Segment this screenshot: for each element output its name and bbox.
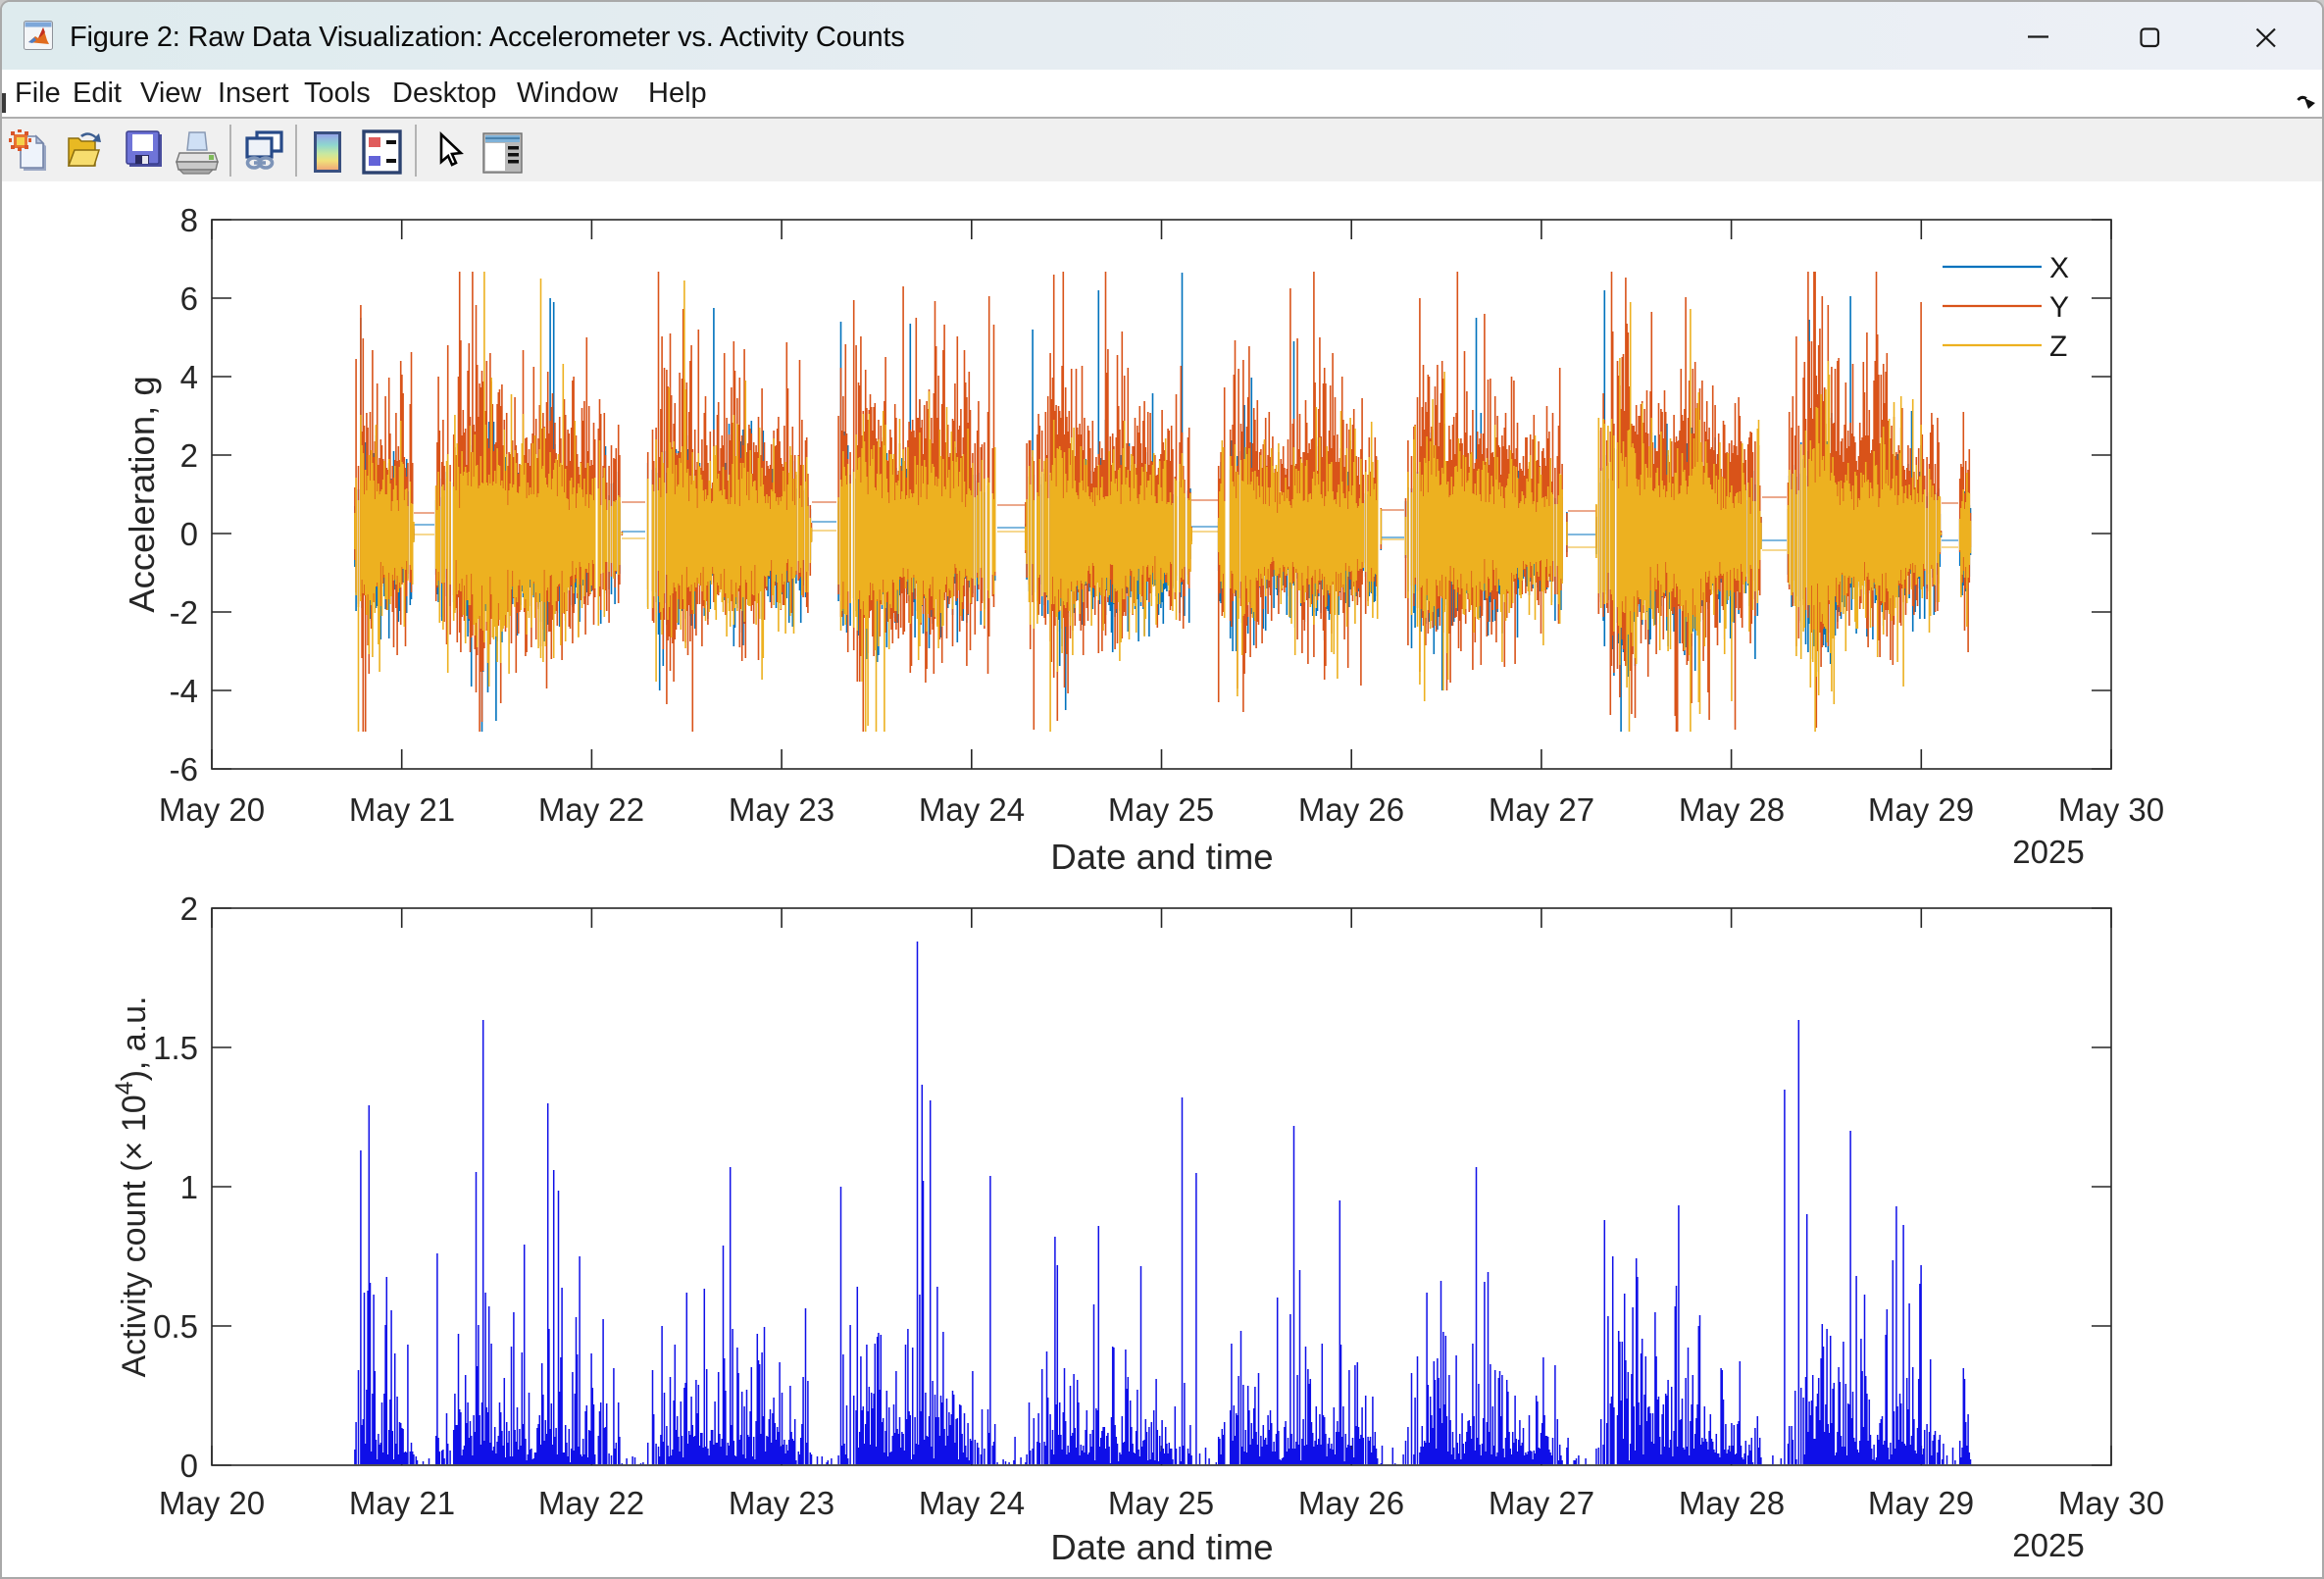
svg-text:May 25: May 25 [1108,791,1214,828]
svg-text:May 20: May 20 [159,1485,265,1521]
svg-text:May 24: May 24 [919,791,1025,828]
svg-text:1.5: 1.5 [153,1030,198,1066]
svg-text:8: 8 [180,202,198,238]
svg-text:May 26: May 26 [1298,1485,1404,1521]
svg-text:May 21: May 21 [349,1485,455,1521]
svg-text:1: 1 [180,1169,198,1205]
svg-text:May 27: May 27 [1489,1485,1594,1521]
svg-text:May 22: May 22 [538,791,644,828]
svg-text:May 30: May 30 [2058,1485,2164,1521]
svg-text:6: 6 [180,280,198,317]
svg-text:May 25: May 25 [1108,1485,1214,1521]
svg-text:-2: -2 [170,594,198,631]
svg-text:X: X [2049,252,2069,284]
svg-text:Activity count (× 104), a.u.: Activity count (× 104), a.u. [111,995,153,1377]
svg-text:May 26: May 26 [1298,791,1404,828]
svg-text:May 30: May 30 [2058,791,2164,828]
svg-text:May 21: May 21 [349,791,455,828]
svg-text:2025: 2025 [2012,1527,2084,1563]
svg-text:2: 2 [180,437,198,474]
svg-text:May 22: May 22 [538,1485,644,1521]
svg-text:0: 0 [180,1448,198,1484]
svg-text:Z: Z [2049,331,2067,363]
svg-text:2: 2 [180,891,198,927]
svg-text:May 23: May 23 [729,791,834,828]
svg-text:May 20: May 20 [159,791,265,828]
svg-text:2025: 2025 [2012,834,2084,870]
svg-text:Date and time: Date and time [1050,837,1273,877]
svg-text:Date and time: Date and time [1050,1527,1273,1567]
svg-text:4: 4 [180,359,198,395]
svg-text:May 27: May 27 [1489,791,1594,828]
svg-text:May 24: May 24 [919,1485,1025,1521]
svg-text:-6: -6 [170,751,198,788]
svg-text:Acceleration, g: Acceleration, g [122,376,162,612]
svg-text:May 28: May 28 [1679,1485,1785,1521]
svg-text:0.5: 0.5 [153,1308,198,1345]
svg-text:May 28: May 28 [1679,791,1785,828]
svg-text:May 29: May 29 [1868,1485,1974,1521]
svg-text:0: 0 [180,516,198,552]
svg-text:-4: -4 [170,673,198,709]
svg-text:May 29: May 29 [1868,791,1974,828]
svg-text:Y: Y [2049,291,2069,324]
svg-text:May 23: May 23 [729,1485,834,1521]
